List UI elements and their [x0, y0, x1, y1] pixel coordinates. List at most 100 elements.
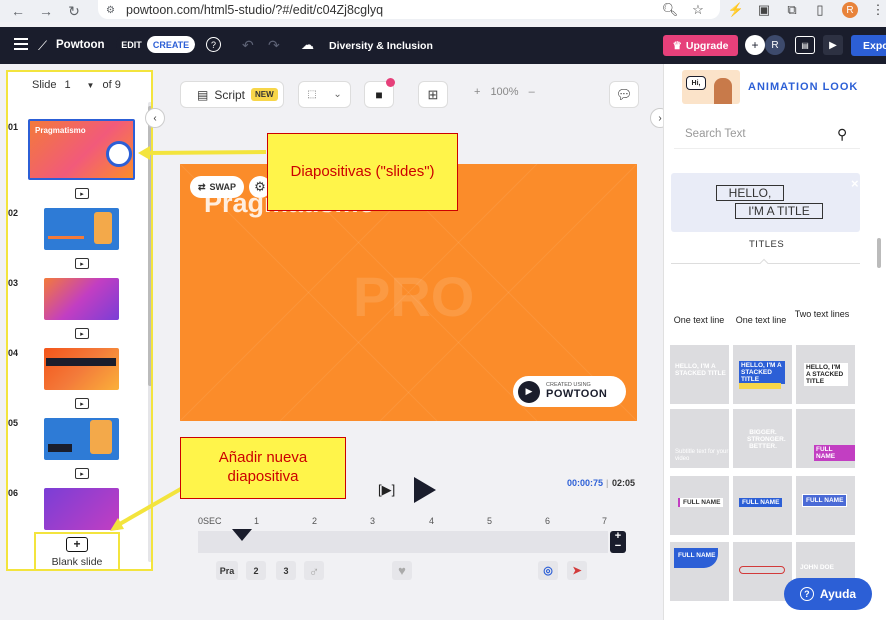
extension-icon[interactable]: ⚡	[728, 2, 744, 18]
redo-icon[interactable]: ↷	[268, 37, 280, 54]
timeline-item[interactable]: 3	[276, 561, 296, 580]
aspect-ratio-dropdown[interactable]: ⬚ ⌄	[298, 81, 351, 108]
upgrade-label: Upgrade	[685, 39, 729, 52]
help-icon[interactable]: ?	[206, 37, 221, 52]
current-slide-number: 1	[64, 79, 71, 91]
insert-slide-icon[interactable]: ▸	[75, 188, 89, 199]
forward-icon[interactable]: →	[38, 3, 54, 19]
heart-icon[interactable]: ♥	[392, 561, 412, 580]
slide-number-select[interactable]: 1 ▼	[62, 78, 96, 92]
profile-avatar[interactable]: R	[842, 2, 858, 18]
address-bar[interactable]: ⚙ powtoon.com/html5-studio/?#/edit/c04Zj…	[98, 0, 720, 19]
title-template-tile[interactable]: HELLO, I'M A STACKED TITLE	[796, 345, 855, 404]
close-icon[interactable]: ×	[851, 176, 859, 191]
filter-two-lines[interactable]: Two text lines	[792, 309, 852, 320]
zoom-icon[interactable]: 🔍︎	[662, 2, 679, 18]
collapse-left-panel-icon[interactable]: ‹	[145, 108, 165, 128]
blank-slide-button[interactable]: + Blank slide	[34, 532, 120, 569]
right-panel-scrollbar[interactable]	[877, 238, 881, 268]
search-placeholder: Search Text	[685, 127, 746, 140]
panel-title: ANIMATION LOOK	[748, 81, 859, 93]
title-template-tile[interactable]: FULL NAME	[796, 409, 855, 468]
comment-button[interactable]: 💬︎	[609, 81, 639, 108]
title-template-tile[interactable]: FULL NAME	[670, 476, 729, 535]
bookmark-star-icon[interactable]: ☆	[690, 2, 706, 18]
slide-thumbnail[interactable]	[44, 488, 119, 530]
title-template-tile[interactable]: Subtitle text for your video	[670, 409, 729, 468]
slide-thumbnail[interactable]	[44, 348, 119, 390]
playhead-handle[interactable]	[232, 529, 252, 541]
slides-callout: Diapositivas ("slides")	[267, 133, 458, 211]
tile-text: FULL NAME	[802, 494, 848, 508]
sidebar-icon[interactable]: ▯	[812, 2, 828, 18]
slide-thumbnail-title: Pragmatismo	[35, 126, 86, 135]
search-text-input[interactable]: Search Text	[674, 119, 860, 149]
insert-slide-icon[interactable]: ▸	[75, 468, 89, 479]
pro-watermark: PRO	[353, 265, 475, 328]
aspect-ratio-icon: ⬚	[307, 89, 317, 100]
notification-dot	[386, 78, 395, 87]
filter-one-line[interactable]: One text line	[669, 315, 729, 326]
search-icon[interactable]: ⚲	[837, 126, 847, 143]
add-collaborator-icon[interactable]: +	[745, 35, 765, 55]
character-icon[interactable]: ♂	[304, 561, 324, 580]
zoom-out-button[interactable]: –	[529, 86, 535, 98]
script-button[interactable]: ▤ Script NEW	[180, 81, 284, 108]
zoom-in-button[interactable]: +	[474, 86, 480, 98]
grid-toggle-button[interactable]: ⊞	[418, 81, 448, 108]
powtoon-icon: ▶	[518, 380, 540, 403]
reload-icon[interactable]: ↻	[66, 3, 82, 19]
insert-slide-icon[interactable]: ▸	[75, 258, 89, 269]
titles-category-card[interactable]: HELLO, I'M A TITLE ×	[671, 173, 860, 232]
insert-slide-icon[interactable]: ▸	[75, 328, 89, 339]
puzzle-icon[interactable]: ⧉	[784, 2, 800, 18]
title-template-tile[interactable]: FULL NAME	[733, 476, 792, 535]
grid-icon: ⊞	[427, 86, 439, 102]
timeline-item[interactable]: 2	[246, 561, 266, 580]
export-button[interactable]: Expo	[851, 35, 886, 56]
hamburger-menu-icon[interactable]	[14, 38, 28, 50]
play-scene-button[interactable]: [▶]	[378, 482, 395, 498]
timeline-item[interactable]: Pra	[216, 561, 238, 580]
title-template-tile[interactable]: FULL NAME	[796, 476, 855, 535]
project-title[interactable]: Diversity & Inclusion	[329, 40, 433, 52]
create-mode-button[interactable]: CREATE	[147, 36, 195, 53]
tile-text: BIGGER. STRONGER. BETTER.	[747, 429, 786, 451]
insert-slide-icon[interactable]: ▸	[75, 398, 89, 409]
slide-thumbnail[interactable]: Pragmatismo	[28, 119, 135, 180]
swap-button[interactable]: ⇄ SWAP	[190, 176, 244, 198]
mode-toggle[interactable]: EDIT CREATE	[116, 36, 195, 53]
slide-number: 03	[8, 278, 19, 288]
undo-icon[interactable]: ↶	[242, 37, 254, 54]
user-avatar[interactable]: R	[765, 35, 785, 55]
slide-thumbnail[interactable]	[44, 278, 119, 320]
timeline-zoom-control[interactable]: + −	[610, 531, 626, 553]
card-title-text: I'M A TITLE	[735, 203, 823, 219]
extension-2-icon[interactable]: ▣	[756, 2, 772, 18]
app-top-bar: ⟋ Powtoon EDIT CREATE ? ↶ ↷ ☁ Diversity …	[0, 27, 886, 64]
logo-element-icon[interactable]: ◎	[538, 561, 558, 580]
arrow-element-icon[interactable]: ➤	[567, 561, 587, 580]
present-icon[interactable]: ▤	[795, 36, 815, 54]
title-template-tile[interactable]: HELLO, I'M A STACKED TITLE	[670, 345, 729, 404]
tile-text: HELLO, I'M A STACKED TITLE	[804, 363, 848, 387]
timeline-track[interactable]	[198, 531, 608, 553]
help-chat-button[interactable]: ? Ayuda	[784, 578, 872, 610]
upgrade-button[interactable]: ♛ Upgrade	[663, 35, 738, 56]
title-template-tile[interactable]: HELLO, I'M A STACKED TITLE	[733, 345, 792, 404]
title-template-tile[interactable]: BIGGER. STRONGER. BETTER.	[733, 409, 792, 468]
filter-one-line[interactable]: One text line	[731, 315, 791, 326]
slide-count-label: of 9	[102, 79, 121, 91]
timeline-tick: 3	[370, 516, 376, 526]
site-settings-icon[interactable]: ⚙	[106, 5, 118, 16]
slide-thumbnail[interactable]	[44, 208, 119, 250]
hi-bubble: Hi,	[686, 76, 706, 90]
more-menu-icon[interactable]: ⋮	[870, 2, 886, 18]
slide-thumbnail[interactable]	[44, 418, 119, 460]
preview-play-icon[interactable]: ▶	[823, 35, 843, 55]
back-icon[interactable]: ←	[10, 3, 26, 19]
play-icon[interactable]	[414, 477, 436, 503]
edit-mode-button[interactable]: EDIT	[116, 36, 147, 53]
slides-scrollbar-thumb[interactable]	[148, 106, 151, 386]
title-template-tile[interactable]: FULL NAME	[670, 542, 729, 601]
